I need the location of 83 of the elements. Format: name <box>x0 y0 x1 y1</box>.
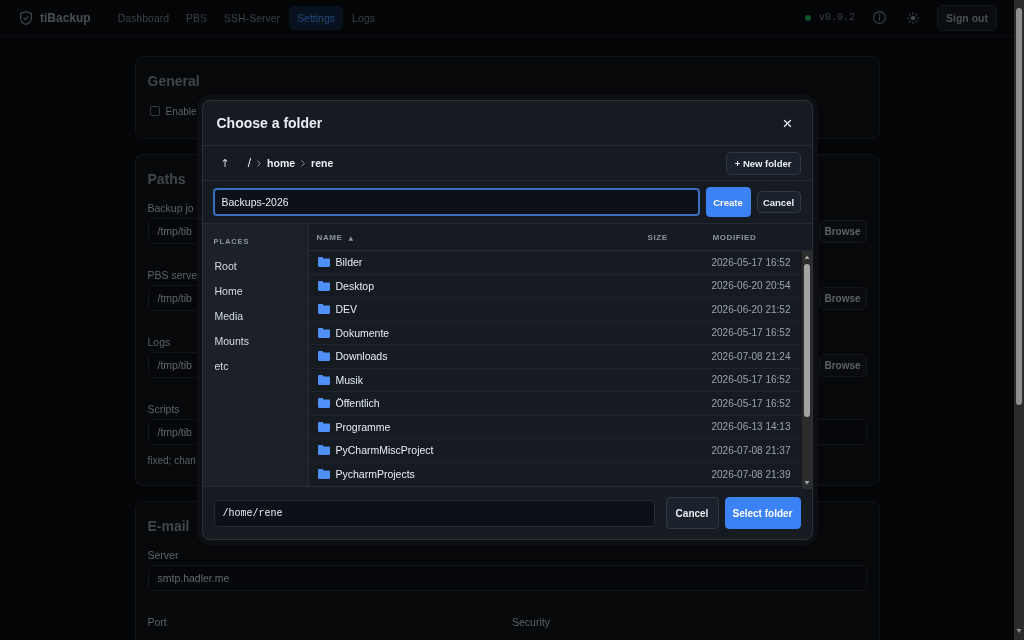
folder-icon <box>317 421 330 432</box>
folder-icon <box>317 445 330 456</box>
folder-icon <box>317 374 330 385</box>
place-item[interactable]: Mounts <box>202 328 249 353</box>
folder-row[interactable]: Dokumente 2026-05-17 16:52 <box>308 321 802 345</box>
field-label: Backup jo <box>147 201 194 215</box>
create-button[interactable]: Create <box>705 187 751 217</box>
chevron-right-icon <box>257 159 262 167</box>
folder-name: DEV <box>335 303 359 316</box>
field-label: Server <box>147 548 179 562</box>
hint-text: fixed; chan <box>147 455 196 466</box>
modified-date: 2026-06-13 14:13 <box>711 421 792 433</box>
folder-row[interactable]: Öffentlich 2026-05-17 16:52 <box>308 392 802 416</box>
place-item[interactable]: Root <box>202 253 237 278</box>
field-label: Port <box>147 615 167 629</box>
folder-icon <box>317 280 330 291</box>
field-label: Scripts <box>147 402 180 416</box>
sun-icon[interactable] <box>907 11 919 24</box>
checkbox-label: Enable <box>165 105 197 117</box>
shield-logo-icon <box>20 10 32 25</box>
folder-icon <box>317 257 330 268</box>
folder-icon <box>317 327 330 338</box>
modified-date: 2026-06-20 21:52 <box>711 303 792 315</box>
place-item[interactable]: etc <box>202 353 229 378</box>
app-name: tiBackup <box>40 10 91 25</box>
parent-folder-button[interactable]: ↑ <box>215 154 235 172</box>
text-field[interactable]: smtp.hadler.me <box>147 565 867 591</box>
field-label: PBS serve <box>147 268 198 282</box>
breadcrumb-link[interactable]: / <box>247 154 252 172</box>
place-item[interactable]: Home <box>202 278 243 303</box>
modified-date: 2026-05-17 16:52 <box>711 374 792 386</box>
folder-name: Programme <box>335 420 392 433</box>
breadcrumb-link[interactable]: home <box>267 155 296 171</box>
folder-row[interactable]: Downloads 2026-07-08 21:24 <box>308 345 802 369</box>
modified-date: 2026-05-17 16:52 <box>711 327 792 339</box>
modified-date: 2026-05-17 16:52 <box>711 256 792 268</box>
cancel-button[interactable]: Cancel <box>756 191 801 213</box>
folder-name: Dokumente <box>335 326 391 339</box>
folder-row[interactable]: Bilder 2026-05-17 16:52 <box>308 251 802 275</box>
folder-name-field[interactable]: Backups-2026 <box>212 188 700 216</box>
cancel-button[interactable]: Cancel <box>665 497 719 529</box>
folder-icon <box>317 398 330 409</box>
folder-icon <box>317 469 330 480</box>
new-folder-button[interactable]: + New folder <box>725 151 801 175</box>
folder-row[interactable]: DEV 2026-06-20 21:52 <box>308 298 802 322</box>
folder-name: Bilder <box>335 256 364 269</box>
modified-date: 2026-07-08 21:37 <box>711 444 792 456</box>
version-label: v0.9.2 <box>819 12 855 23</box>
breadcrumb-link[interactable]: rene <box>311 155 334 171</box>
section-title: E-mail <box>147 517 191 535</box>
close-button[interactable]: × <box>776 112 799 134</box>
modified-date: 2026-07-08 21:39 <box>711 468 792 480</box>
field-label: Security <box>512 615 550 629</box>
folder-row[interactable]: Musik 2026-05-17 16:52 <box>308 368 802 392</box>
folder-name: Desktop <box>335 279 376 292</box>
folder-name: Öffentlich <box>335 397 381 410</box>
list-scrollbar[interactable] <box>801 251 812 489</box>
page-scrollbar[interactable] <box>1014 0 1024 640</box>
info-icon[interactable] <box>873 11 886 24</box>
modified-date: 2026-07-08 21:24 <box>711 350 792 362</box>
select-folder-button[interactable]: Select folder <box>724 497 801 529</box>
dialog-title: Choose a folder <box>216 115 323 131</box>
modified-date: 2026-06-20 20:54 <box>711 280 792 292</box>
folder-row[interactable]: PycharmProjects 2026-07-08 21:39 <box>308 462 802 486</box>
column-header[interactable]: MODIFIED <box>712 232 812 242</box>
chevron-right-icon <box>301 159 306 167</box>
folder-name: PyCharmMiscProject <box>335 444 435 457</box>
column-header[interactable]: SIZE <box>647 232 713 242</box>
folder-row[interactable]: PyCharmMiscProject 2026-07-08 21:37 <box>308 439 802 463</box>
folder-row[interactable]: Programme 2026-06-13 14:13 <box>308 415 802 439</box>
folder-name: PycharmProjects <box>335 468 416 481</box>
folder-name: Downloads <box>335 350 389 363</box>
folder-row[interactable]: Desktop 2026-06-20 20:54 <box>308 274 802 298</box>
section-title: Paths <box>147 170 187 188</box>
modified-date: 2026-05-17 16:52 <box>711 397 792 409</box>
folder-icon <box>317 351 330 362</box>
field-label: Logs <box>147 335 171 349</box>
checkbox[interactable] <box>149 106 160 116</box>
place-item[interactable]: Media <box>202 303 244 328</box>
path-field[interactable]: /home/rene <box>213 499 655 527</box>
section-title: General <box>147 72 201 90</box>
folder-name: Musik <box>335 373 364 386</box>
folder-icon <box>317 304 330 315</box>
